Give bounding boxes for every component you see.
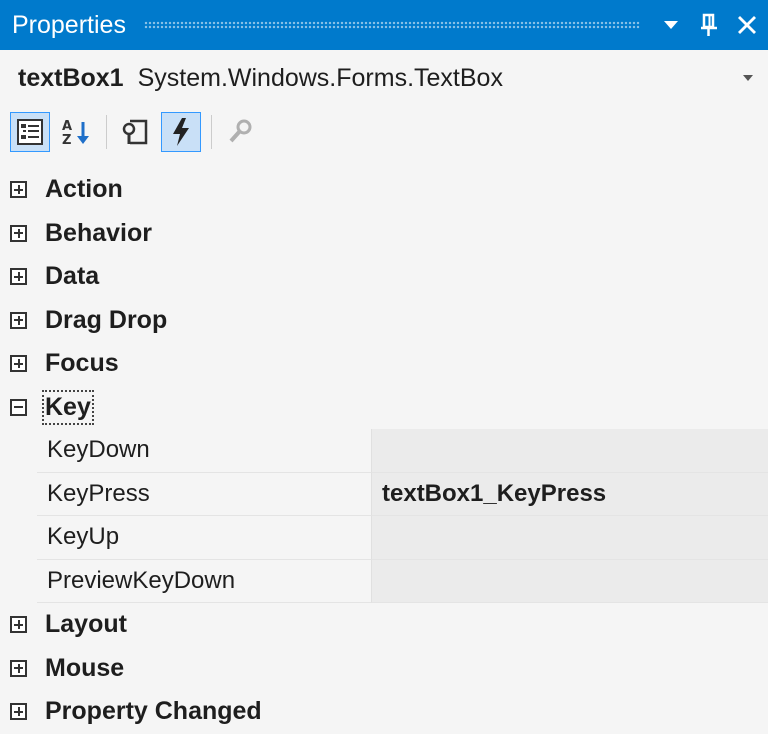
category-label: Mouse: [45, 653, 125, 682]
expand-icon[interactable]: [10, 224, 27, 242]
categorized-button[interactable]: [10, 112, 50, 152]
toolbar-separator: [106, 115, 107, 149]
svg-text:A: A: [62, 119, 72, 134]
category-label: Key: [42, 389, 94, 425]
property-grid: Action Behavior Data Drag Drop Focus Key…: [0, 168, 768, 734]
properties-window: Properties textBox1 System.Windows.Forms…: [0, 0, 768, 733]
property-row[interactable]: KeyUp: [37, 516, 768, 560]
expand-icon[interactable]: [10, 268, 27, 286]
dropdown-icon: [664, 21, 678, 29]
category-label: Action: [45, 175, 123, 204]
category-action[interactable]: Action: [0, 168, 768, 212]
property-value[interactable]: [371, 516, 768, 560]
category-focus[interactable]: Focus: [0, 342, 768, 386]
collapse-icon[interactable]: [10, 398, 27, 416]
svg-text:Z: Z: [62, 133, 71, 146]
expand-icon[interactable]: [10, 659, 27, 677]
window-title: Properties: [12, 10, 126, 39]
expand-icon[interactable]: [10, 311, 27, 329]
object-selector[interactable]: textBox1 System.Windows.Forms.TextBox: [0, 50, 768, 106]
window-dropdown-button[interactable]: [654, 8, 688, 42]
property-row[interactable]: PreviewKeyDown: [37, 559, 768, 603]
property-value[interactable]: textBox1_KeyPress: [371, 472, 768, 516]
category-label: Property Changed: [45, 697, 262, 726]
property-value[interactable]: [371, 559, 768, 603]
category-label: Data: [45, 262, 100, 291]
properties-icon: [122, 119, 148, 145]
category-label: Focus: [45, 349, 119, 378]
property-name: KeyDown: [37, 429, 371, 473]
pin-icon: [701, 13, 717, 36]
alphabetical-button[interactable]: A Z: [56, 112, 96, 152]
property-pages-icon: [229, 119, 252, 143]
events-lightning-icon: [173, 118, 189, 146]
property-value[interactable]: [371, 429, 768, 473]
categorized-icon: [17, 119, 43, 145]
category-key[interactable]: Key: [0, 386, 768, 430]
object-type: System.Windows.Forms.TextBox: [137, 63, 503, 92]
properties-button[interactable]: [115, 112, 155, 152]
property-row[interactable]: KeyPress textBox1_KeyPress: [37, 472, 768, 516]
expand-icon[interactable]: [10, 355, 27, 373]
close-button[interactable]: [730, 8, 764, 42]
expand-icon[interactable]: [10, 181, 27, 199]
title-bar[interactable]: Properties: [0, 0, 768, 50]
object-name: textBox1: [18, 63, 124, 92]
category-property-changed[interactable]: Property Changed: [0, 690, 768, 734]
chevron-down-icon: [743, 75, 753, 81]
expand-icon[interactable]: [10, 616, 27, 634]
events-button[interactable]: [161, 112, 201, 152]
close-icon: [738, 16, 756, 34]
property-pages-button[interactable]: [220, 112, 260, 152]
alphabetical-icon: A Z: [62, 119, 89, 146]
category-behavior[interactable]: Behavior: [0, 212, 768, 256]
category-layout[interactable]: Layout: [0, 603, 768, 647]
expand-icon[interactable]: [10, 703, 27, 721]
property-row[interactable]: KeyDown: [37, 429, 768, 473]
category-mouse[interactable]: Mouse: [0, 647, 768, 691]
category-label: Drag Drop: [45, 305, 168, 334]
property-name: PreviewKeyDown: [37, 559, 371, 603]
category-label: Behavior: [45, 218, 152, 247]
category-data[interactable]: Data: [0, 255, 768, 299]
toolbar: A Z: [0, 106, 768, 158]
category-label: Layout: [45, 610, 127, 639]
toolbar-separator: [211, 115, 212, 149]
property-name: KeyPress: [37, 472, 371, 516]
property-name: KeyUp: [37, 516, 371, 560]
pin-button[interactable]: [692, 8, 726, 42]
drag-grip[interactable]: [143, 21, 640, 29]
category-drag-drop[interactable]: Drag Drop: [0, 299, 768, 343]
